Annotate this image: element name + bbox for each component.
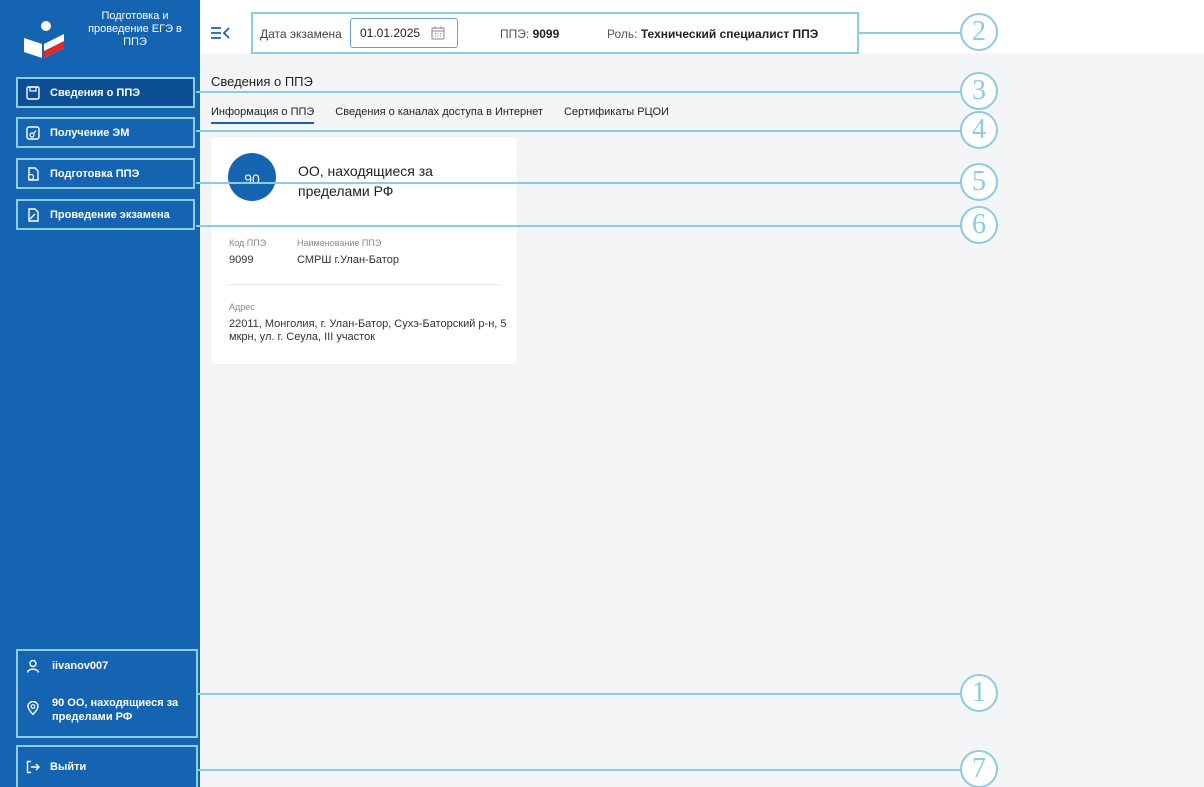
- callout-marker-5: 5: [960, 163, 998, 201]
- role-indicator: Роль: Технический специалист ППЭ: [607, 27, 819, 41]
- pps-info-card: 90 ОО, находящиеся за пределами РФ Код П…: [211, 137, 517, 364]
- callout-line-3: [196, 91, 962, 93]
- callout-line-4: [196, 130, 962, 132]
- sidebar-item-pps-preparation[interactable]: Подготовка ППЭ: [16, 158, 195, 189]
- callout-line-5: [196, 182, 962, 184]
- sidebar-item-label: Проведение экзамена: [50, 208, 170, 221]
- callout-line-1: [198, 693, 960, 695]
- document-key-icon: [26, 125, 40, 140]
- pps-code-field: Код ППЭ 9099: [229, 238, 267, 266]
- logout-button[interactable]: Выйти: [16, 745, 198, 787]
- document-settings-icon: [27, 166, 39, 181]
- calendar-icon[interactable]: [431, 26, 445, 40]
- callout-marker-6: 6: [960, 206, 998, 244]
- page-title: Сведения о ППЭ: [211, 74, 313, 89]
- logo-book-icon: [24, 21, 64, 58]
- callout-line-7: [198, 769, 960, 771]
- pps-indicator: ППЭ: 9099: [500, 27, 560, 41]
- sidebar-item-exam-conduct[interactable]: Проведение экзамена: [16, 199, 195, 230]
- tab-internet-channels[interactable]: Сведения о каналах доступа в Интернет: [335, 106, 543, 124]
- exam-date-value: 01.01.2025: [360, 26, 421, 40]
- region-title: ОО, находящиеся за пределами РФ: [298, 163, 433, 199]
- save-icon: [26, 85, 40, 100]
- exam-date-label: Дата экзамена: [260, 27, 342, 41]
- exam-date-input[interactable]: 01.01.2025: [350, 18, 458, 48]
- region-badge: 90: [228, 153, 276, 201]
- user-login-row[interactable]: iivanov007: [26, 659, 108, 673]
- document-pen-icon: [28, 207, 39, 222]
- callout-marker-1: 1: [960, 674, 998, 712]
- callout-line-6: [196, 225, 962, 227]
- user-location: 90 ОО, находящиеся за пределами РФ: [52, 697, 179, 723]
- card-divider: [228, 284, 500, 285]
- tab-bar: Информация о ППЭ Сведения о каналах дост…: [211, 106, 669, 124]
- logout-icon: [26, 760, 40, 774]
- app-title: Подготовка и проведение ЕГЭ в ППЭ: [88, 10, 182, 48]
- callout-marker-3: 3: [960, 72, 998, 110]
- location-pin-icon: [27, 701, 39, 715]
- tab-rcoi-certificates[interactable]: Сертификаты РЦОИ: [564, 106, 669, 124]
- sidebar-item-receive-em[interactable]: Получение ЭМ: [16, 117, 195, 148]
- pps-address-field: Адрес 22011, Монголия, г. Улан-Батор, Су…: [229, 302, 507, 343]
- app-logo[interactable]: Подготовка и проведение ЕГЭ в ППЭ: [18, 10, 188, 62]
- callout-marker-7: 7: [960, 750, 998, 787]
- sidebar-item-label: Подготовка ППЭ: [50, 167, 140, 180]
- sidebar-item-pps-info[interactable]: Сведения о ППЭ: [16, 77, 195, 108]
- pps-name-field: Наименование ППЭ СМРШ г.Улан-Батор: [297, 238, 399, 266]
- user-location-row[interactable]: 90 ОО, находящиеся за пределами РФ: [26, 696, 190, 724]
- sidebar-item-label: Сведения о ППЭ: [50, 86, 141, 99]
- callout-line-2: [859, 32, 961, 34]
- sidebar-item-label: Получение ЭМ: [50, 126, 130, 139]
- callout-marker-4: 4: [960, 111, 998, 149]
- user-login: iivanov007: [52, 660, 109, 672]
- tab-pps-info[interactable]: Информация о ППЭ: [211, 106, 315, 124]
- sidebar: Подготовка и проведение ЕГЭ в ППЭ Сведен…: [0, 0, 200, 787]
- user-info-panel: iivanov007 90 ОО, находящиеся за предела…: [16, 649, 198, 738]
- role-value: Технический специалист ППЭ: [640, 27, 819, 41]
- user-icon: [26, 659, 40, 673]
- logout-label: Выйти: [50, 761, 87, 773]
- callout-marker-2: 2: [960, 13, 998, 51]
- pps-code: 9099: [532, 27, 560, 41]
- collapse-menu-icon[interactable]: [210, 24, 230, 42]
